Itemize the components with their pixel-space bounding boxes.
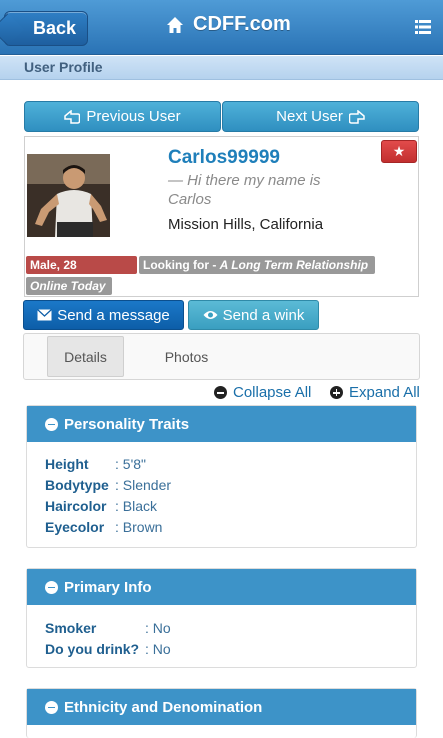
envelope-icon	[37, 309, 53, 321]
trait-row-height: Height : 5'8"	[45, 453, 416, 474]
back-button-label: Back	[33, 18, 77, 38]
looking-for-value: A Long Term Relationship	[219, 258, 369, 272]
primary-info-header[interactable]: Primary Info	[27, 569, 416, 605]
info-row-smoker: Smoker : No	[45, 617, 416, 638]
info-row-drink: Do you drink? : No	[45, 638, 416, 659]
previous-user-button[interactable]: Previous User	[24, 101, 221, 132]
trait-value: : Black	[115, 497, 158, 514]
profile-username[interactable]: Carlos99999	[168, 147, 280, 169]
site-title: CDFF.com	[193, 13, 291, 35]
trait-row-eyecolor: Eyecolor : Brown	[45, 516, 416, 537]
trait-key: Height	[45, 455, 89, 472]
trait-value: : Brown	[115, 518, 163, 535]
trait-row-haircolor: Haircolor : Black	[45, 495, 416, 516]
send-message-label: Send a message	[57, 306, 170, 324]
profile-photo-image	[27, 154, 110, 237]
favorite-button[interactable]: ★	[381, 140, 417, 163]
site-brand[interactable]: CDFF.com	[165, 13, 291, 36]
personality-traits-section: Personality Traits Height : 5'8" Bodytyp…	[26, 405, 417, 548]
previous-user-label: Previous User	[86, 108, 181, 125]
tab-details[interactable]: Details	[47, 336, 124, 377]
back-button[interactable]: Back	[4, 11, 88, 46]
primary-info-title: Primary Info	[64, 578, 152, 596]
minus-circle-icon	[214, 386, 227, 399]
tab-photos[interactable]: Photos	[144, 336, 229, 377]
ethnicity-header[interactable]: Ethnicity and Denomination	[27, 689, 416, 725]
collapse-all-label: Collapse All	[233, 384, 312, 401]
looking-for-prefix: Looking for -	[143, 258, 220, 272]
ethnicity-title: Ethnicity and Denomination	[64, 698, 263, 716]
gender-age-badge: Male, 28	[26, 256, 137, 274]
send-wink-label: Send a wink	[222, 306, 305, 324]
info-key: Smoker	[45, 619, 97, 636]
profile-tagline: — Hi there my name is Carlos	[168, 172, 321, 208]
collapse-all-link[interactable]: Collapse All	[214, 384, 311, 401]
eye-icon	[203, 311, 218, 319]
minus-circle-icon	[45, 417, 58, 431]
info-value: : No	[145, 619, 171, 636]
trait-value: : 5'8"	[115, 455, 146, 472]
profile-tabs: Details Photos	[23, 333, 420, 380]
profile-photo[interactable]	[27, 154, 110, 237]
next-hand-icon	[348, 109, 365, 124]
next-user-label: Next User	[276, 108, 343, 125]
page-subheader: User Profile	[0, 56, 443, 80]
plus-circle-icon	[330, 386, 343, 399]
trait-key: Haircolor	[45, 497, 107, 514]
primary-info-section: Primary Info Smoker : No Do you drink? :…	[26, 568, 417, 668]
trait-value: : Slender	[115, 476, 172, 493]
next-user-button[interactable]: Next User	[222, 101, 419, 132]
trait-key: Eyecolor	[45, 518, 105, 535]
send-wink-button[interactable]: Send a wink	[188, 300, 319, 330]
ethnicity-section: Ethnicity and Denomination	[26, 688, 417, 738]
minus-circle-icon	[45, 700, 58, 714]
profile-location: Mission Hills, California	[168, 216, 324, 233]
trait-row-bodytype: Bodytype : Slender	[45, 474, 416, 495]
personality-traits-header[interactable]: Personality Traits	[27, 406, 416, 442]
menu-icon[interactable]	[415, 20, 431, 34]
top-header: Back CDFF.com	[0, 0, 443, 55]
expand-all-label: Expand All	[349, 384, 420, 401]
send-message-button[interactable]: Send a message	[23, 300, 184, 330]
profile-card: Carlos99999 — Hi there my name is Carlos…	[24, 136, 419, 297]
online-status-badge: Online Today	[26, 277, 112, 295]
info-value: : No	[145, 640, 171, 657]
expand-all-link[interactable]: Expand All	[330, 384, 420, 401]
trait-key: Bodytype	[45, 476, 109, 493]
previous-hand-icon	[64, 109, 81, 124]
star-icon: ★	[392, 143, 406, 159]
personality-traits-title: Personality Traits	[64, 415, 190, 433]
looking-for-badge: Looking for - A Long Term Relationship	[139, 256, 375, 274]
info-key: Do you drink?	[45, 640, 140, 657]
home-icon	[167, 16, 183, 33]
minus-circle-icon	[45, 580, 58, 594]
